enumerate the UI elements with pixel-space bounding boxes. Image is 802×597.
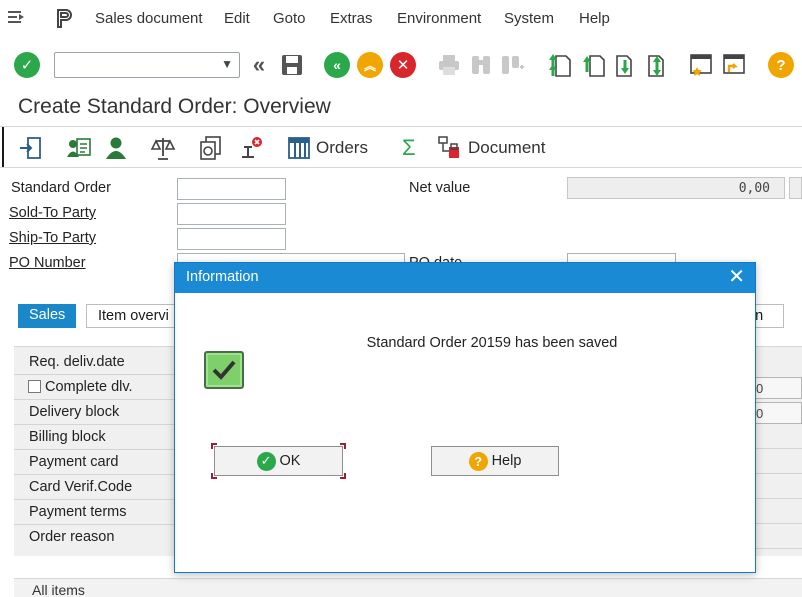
- help-button[interactable]: ? Help: [431, 446, 559, 476]
- ok-button[interactable]: ✓ OK: [214, 446, 343, 476]
- find-icon: [468, 52, 494, 78]
- focus-corner: [211, 473, 217, 479]
- ok-check-icon: ✓: [256, 451, 276, 471]
- balance-scale-icon[interactable]: [150, 135, 176, 161]
- orders-button[interactable]: Orders: [288, 135, 368, 161]
- billing-block-label: Billing block: [14, 425, 174, 450]
- delivery-block-label: Delivery block: [14, 400, 174, 425]
- currency-field: [789, 177, 802, 199]
- menu-sales-document[interactable]: Sales document: [95, 10, 203, 27]
- menu-edit[interactable]: Edit: [224, 10, 250, 27]
- menu-bar: Sales document Edit Goto Extras Environm…: [0, 0, 802, 36]
- payment-terms-label: Payment terms: [14, 500, 174, 525]
- print-icon: [436, 52, 462, 78]
- ship-to-party-field[interactable]: [177, 228, 286, 250]
- exit-icon[interactable]: ︽: [357, 52, 383, 78]
- all-items-label: All items: [32, 582, 85, 597]
- help-question-icon: ?: [468, 451, 488, 471]
- tab-sales[interactable]: Sales: [18, 304, 77, 328]
- req-deliv-date-label: Req. deliv.date: [14, 350, 174, 375]
- right-divider: [754, 548, 802, 549]
- menu-environment[interactable]: Environment: [397, 10, 481, 27]
- chevron-down-icon[interactable]: ▼: [221, 57, 233, 71]
- focus-corner: [340, 473, 346, 479]
- document-button[interactable]: Document: [436, 135, 545, 161]
- document-structure-icon: [438, 136, 459, 158]
- menu-exit-icon[interactable]: [6, 6, 26, 28]
- delete-block-icon[interactable]: [238, 135, 264, 161]
- payment-card-label: Payment card: [14, 450, 174, 475]
- po-number-label[interactable]: PO Number: [9, 255, 86, 271]
- first-page-icon[interactable]: [546, 52, 572, 78]
- menu-help[interactable]: Help: [579, 10, 610, 27]
- menu-goto[interactable]: Goto: [273, 10, 306, 27]
- save-icon[interactable]: [279, 52, 305, 78]
- tab-item-overview[interactable]: Item overvi: [86, 304, 186, 328]
- sap-p-icon[interactable]: [52, 6, 76, 30]
- information-dialog: Information ✕ Standard Order 20159 has b…: [174, 262, 756, 573]
- page-title: Create Standard Order: Overview: [18, 95, 331, 118]
- documents-flow-icon[interactable]: [198, 135, 224, 161]
- next-page-icon[interactable]: [613, 52, 639, 78]
- document-label: Document: [468, 138, 546, 157]
- back-icon[interactable]: «: [324, 52, 350, 78]
- help-icon[interactable]: ?: [768, 52, 794, 78]
- shortcut-icon[interactable]: [722, 52, 748, 78]
- sold-to-party-label[interactable]: Sold-To Party: [9, 205, 96, 221]
- system-toolbar: ✓ ▼ « « ︽ ✕ ?: [0, 36, 802, 86]
- net-value-amount: 0,00: [738, 181, 770, 196]
- orders-grid-icon: [288, 137, 310, 159]
- menu-system[interactable]: System: [504, 10, 554, 27]
- sigma-icon[interactable]: Σ: [402, 135, 416, 161]
- application-toolbar: Orders Σ Document: [0, 126, 802, 168]
- display-header-icon[interactable]: [18, 135, 42, 161]
- complete-dlv-row[interactable]: Complete dlv.: [14, 375, 174, 400]
- right-divider: [754, 498, 802, 499]
- last-page-icon[interactable]: [645, 52, 671, 78]
- close-icon[interactable]: ✕: [728, 267, 745, 287]
- sold-to-party-field[interactable]: [177, 203, 286, 225]
- ship-to-party-icon[interactable]: [104, 135, 128, 161]
- sold-to-party-icon[interactable]: [66, 135, 92, 161]
- order-reason-label: Order reason: [29, 529, 115, 545]
- ok-label: OK: [279, 453, 301, 469]
- right-value-field-1: 0: [754, 377, 802, 399]
- double-chevron-left-icon[interactable]: «: [246, 52, 272, 78]
- toolbar-divider: [2, 127, 4, 167]
- complete-dlv-label: Complete dlv.: [45, 379, 133, 395]
- right-divider: [754, 473, 802, 474]
- ship-to-party-label[interactable]: Ship-To Party: [9, 230, 96, 246]
- help-label: Help: [491, 453, 522, 469]
- card-verif-code-label: Card Verif.Code: [14, 475, 174, 500]
- focus-corner: [211, 443, 217, 449]
- new-session-icon[interactable]: [689, 52, 715, 78]
- command-field[interactable]: ▼: [54, 52, 240, 78]
- menu-extras[interactable]: Extras: [330, 10, 373, 27]
- dialog-header[interactable]: Information ✕: [175, 263, 755, 293]
- complete-dlv-checkbox[interactable]: [28, 380, 41, 393]
- standard-order-label: Standard Order: [11, 180, 111, 196]
- net-value-label: Net value: [409, 180, 471, 196]
- orders-label: Orders: [316, 138, 368, 157]
- previous-page-icon[interactable]: [580, 52, 606, 78]
- dialog-message: Standard Order 20159 has been saved: [366, 335, 618, 351]
- net-value-field: 0,00: [567, 177, 785, 199]
- dialog-title: Information: [186, 269, 259, 285]
- success-check-icon: [204, 351, 244, 389]
- enter-icon[interactable]: ✓: [14, 52, 40, 78]
- cancel-icon[interactable]: ✕: [390, 52, 416, 78]
- find-next-icon: [500, 52, 526, 78]
- right-divider: [754, 448, 802, 449]
- focus-corner: [340, 443, 346, 449]
- all-items-bar: All items: [14, 578, 802, 597]
- right-divider: [754, 523, 802, 524]
- right-value-field-2: 0: [754, 402, 802, 424]
- standard-order-field[interactable]: [177, 178, 286, 200]
